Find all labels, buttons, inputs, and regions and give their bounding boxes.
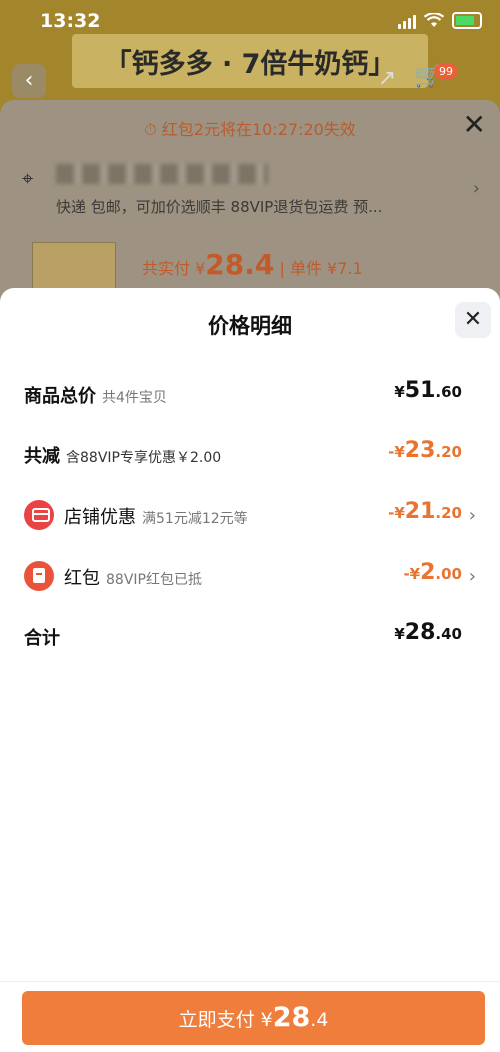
chevron-right-icon: › xyxy=(468,566,476,587)
share-icon[interactable]: ↗ xyxy=(370,66,404,100)
back-icon[interactable]: ‹ xyxy=(12,64,46,98)
row-value: -¥21.20 xyxy=(388,499,462,524)
row-label: 合计 xyxy=(24,624,60,650)
row-label: 商品总价 共4件宝贝 xyxy=(24,382,167,408)
red-packet-icon xyxy=(24,561,54,591)
row-red-packet[interactable]: 红包 88VIP红包已抵 -¥2.00 › xyxy=(0,556,500,596)
row-title: 红包 xyxy=(64,568,100,589)
close-icon: ✕ xyxy=(463,307,483,332)
value-decimal: .00 xyxy=(435,565,462,583)
row-title: 合计 xyxy=(24,628,60,649)
status-icons xyxy=(398,12,482,29)
value-decimal: .20 xyxy=(435,443,462,461)
order-price: 共实付 ¥28.4 | 单件 ¥7.1 xyxy=(142,248,363,281)
row-subtitle: 88VIP红包已抵 xyxy=(106,572,202,588)
pay-amount: 28 xyxy=(272,1002,311,1033)
value-integer: 51 xyxy=(404,378,436,403)
value-currency: -¥ xyxy=(388,504,405,522)
row-subtitle: 含88VIP专享优惠￥2.00 xyxy=(66,450,222,466)
row-title: 店铺优惠 xyxy=(64,507,136,528)
row-value: ¥51.60 xyxy=(394,378,462,403)
row-title: 商品总价 xyxy=(24,386,96,407)
row-store-discount[interactable]: 店铺优惠 满51元减12元等 -¥21.20 › xyxy=(0,495,500,535)
battery-icon xyxy=(452,12,482,29)
value-integer: 21 xyxy=(404,499,436,524)
row-total-discount: 共减 含88VIP专享优惠￥2.00 -¥23.20 xyxy=(0,434,500,474)
address-blurred[interactable] xyxy=(56,164,268,184)
value-decimal: .20 xyxy=(435,504,462,522)
row-subtitle: 满51元减12元等 xyxy=(142,511,248,527)
value-currency: -¥ xyxy=(388,443,405,461)
sheet-title: 价格明细 xyxy=(208,314,292,338)
chevron-right-icon[interactable]: › xyxy=(473,178,480,199)
order-price-value: 28.4 xyxy=(205,248,275,281)
wifi-icon xyxy=(424,13,444,27)
value-currency: ¥ xyxy=(394,625,405,643)
product-thumbnail xyxy=(32,242,116,294)
row-grand-total: 合计 ¥28.40 xyxy=(0,616,500,656)
row-value: -¥2.00 xyxy=(403,560,462,585)
pay-bar: 立即支付 ¥28.4 xyxy=(0,981,500,1052)
cart-badge: 99 xyxy=(434,64,458,79)
value-integer: 2 xyxy=(420,560,436,585)
location-icon: ⌖ xyxy=(22,166,34,190)
row-value: ¥28.40 xyxy=(394,620,462,645)
value-decimal: .60 xyxy=(435,383,462,401)
order-close-icon[interactable]: ✕ xyxy=(463,108,486,141)
row-subtitle: 共4件宝贝 xyxy=(102,390,167,406)
row-value: -¥23.20 xyxy=(388,438,462,463)
value-integer: 23 xyxy=(404,438,436,463)
coupon-timer-text: 红包2元将在10:27:20失效 xyxy=(161,120,356,139)
row-label: 红包 88VIP红包已抵 xyxy=(64,564,202,590)
row-label: 店铺优惠 满51元减12元等 xyxy=(64,503,248,529)
status-time: 13:32 xyxy=(40,10,101,32)
value-currency: ¥ xyxy=(394,383,405,401)
coupon-timer: ⏱ 红包2元将在10:27:20失效 xyxy=(144,120,356,139)
row-label: 共减 含88VIP专享优惠￥2.00 xyxy=(24,442,221,468)
chevron-right-icon: › xyxy=(468,505,476,526)
unit-price: | 单件 ¥7.1 xyxy=(279,259,363,278)
signal-icon xyxy=(398,13,416,29)
value-decimal: .40 xyxy=(435,625,462,643)
row-total-goods: 商品总价 共4件宝贝 ¥51.60 xyxy=(0,374,500,414)
store-icon xyxy=(24,500,54,530)
pay-label: 立即支付 ¥ xyxy=(178,1009,273,1031)
row-title: 共减 xyxy=(24,446,60,467)
close-button[interactable]: ✕ xyxy=(455,302,491,338)
price-detail-sheet: 价格明细 ✕ 商品总价 共4件宝贝 ¥51.60 共减 含88VIP专享优惠￥2.0… xyxy=(0,288,500,1051)
value-currency: -¥ xyxy=(403,565,421,583)
status-bar: 13:32 xyxy=(0,0,500,44)
value-integer: 28 xyxy=(404,620,436,645)
pay-now-button[interactable]: 立即支付 ¥28.4 xyxy=(22,991,485,1045)
shipping-info: 快递 包邮，可加价选顺丰 88VIP退货包运费 预... xyxy=(56,198,383,216)
order-price-label: 共实付 ¥ xyxy=(142,259,206,278)
pay-amount-decimal: .4 xyxy=(310,1009,329,1031)
